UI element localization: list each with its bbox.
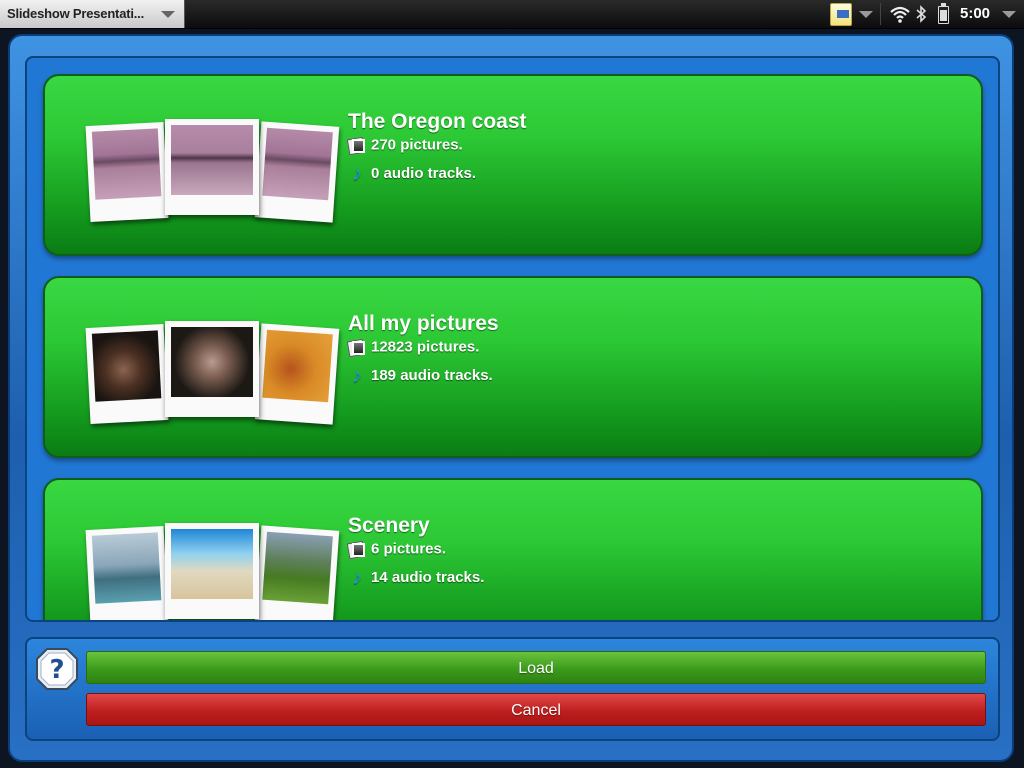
bluetooth-icon[interactable]: [915, 5, 927, 23]
pictures-icon: [348, 338, 367, 357]
music-note-icon: ♪: [352, 567, 362, 589]
music-note-icon: ♪: [352, 163, 362, 185]
audio-count: ♪ 0 audio tracks.: [348, 164, 476, 184]
picture-count-text: 6 pictures.: [371, 540, 447, 558]
notification-icon[interactable]: [830, 3, 852, 26]
app-title: Slideshow Presentati...: [7, 6, 144, 21]
thumbnail-stack: [85, 520, 345, 620]
thumbnail: [165, 119, 259, 215]
music-note-icon: ♪: [352, 365, 362, 387]
thumbnail: [165, 321, 259, 417]
notification-chevron-icon[interactable]: [859, 11, 873, 18]
thumbnail: [254, 323, 340, 425]
thumbnail: [85, 122, 169, 222]
slideshow-card-all-my-pictures[interactable]: All my pictures 12823 pictures. ♪ 189 aud…: [43, 276, 983, 458]
picture-count: 270 pictures.: [348, 136, 463, 155]
picture-count-text: 12823 pictures.: [371, 338, 480, 356]
cancel-button[interactable]: Cancel: [86, 693, 986, 726]
slideshow-title: Scenery: [348, 514, 430, 537]
thumbnail-stack: [85, 116, 345, 226]
app-menu-chevron-icon: [161, 11, 175, 18]
battery-icon[interactable]: [938, 3, 949, 24]
audio-count-text: 0 audio tracks.: [371, 164, 477, 182]
slideshow-card-scenery[interactable]: Scenery 6 pictures. ♪ 14 audio tracks.: [43, 478, 983, 620]
picture-count: 6 pictures.: [348, 540, 446, 559]
wifi-icon[interactable]: [890, 5, 910, 23]
slideshow-title: The Oregon coast: [348, 110, 527, 133]
thumbnail: [254, 525, 340, 620]
thumbnail: [165, 523, 259, 619]
thumbnail: [85, 324, 169, 424]
status-divider: [880, 3, 881, 25]
pictures-icon: [348, 540, 367, 559]
audio-count-text: 14 audio tracks.: [371, 568, 485, 586]
help-icon[interactable]: ?: [35, 647, 79, 691]
app-menu[interactable]: Slideshow Presentati...: [0, 0, 185, 28]
system-menu-chevron-icon[interactable]: [1002, 11, 1016, 18]
thumbnail-stack: [85, 318, 345, 428]
status-bar: Slideshow Presentati... 5:00: [0, 0, 1024, 29]
clock[interactable]: 5:00: [960, 5, 990, 22]
slideshow-title: All my pictures: [348, 312, 499, 335]
audio-count: ♪ 14 audio tracks.: [348, 568, 484, 588]
thumbnail: [254, 121, 340, 223]
svg-text:?: ?: [49, 655, 64, 685]
slideshow-list[interactable]: The Oregon coast 270 pictures. ♪ 0 audio …: [25, 56, 1000, 622]
audio-count: ♪ 189 audio tracks.: [348, 366, 493, 386]
slideshow-card-oregon-coast[interactable]: The Oregon coast 270 pictures. ♪ 0 audio …: [43, 74, 983, 256]
audio-count-text: 189 audio tracks.: [371, 366, 493, 384]
load-button[interactable]: Load: [86, 651, 986, 684]
picture-count-text: 270 pictures.: [371, 136, 463, 154]
picture-count: 12823 pictures.: [348, 338, 479, 357]
thumbnail: [85, 526, 169, 620]
pictures-icon: [348, 136, 367, 155]
